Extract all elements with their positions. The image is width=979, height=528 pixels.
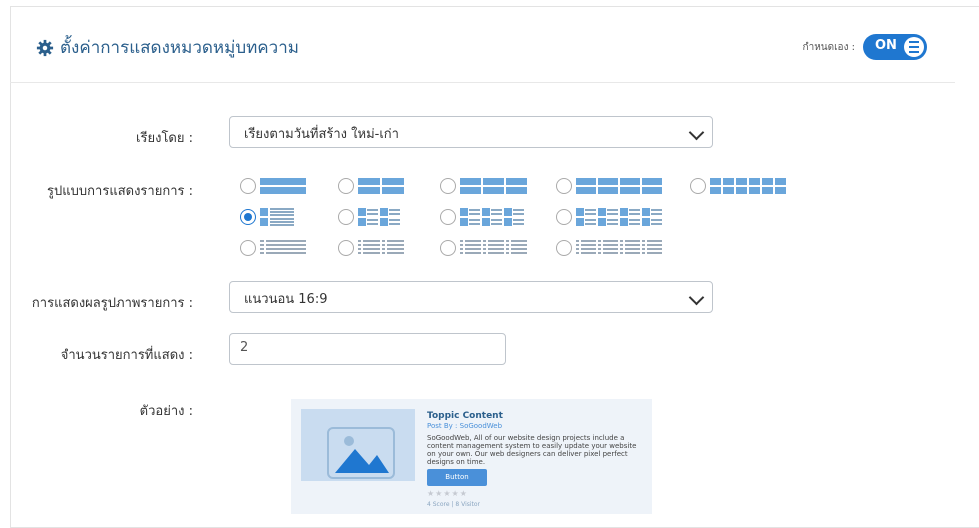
layout-radio[interactable] (556, 178, 572, 194)
custom-label: กำหนดเอง : (802, 41, 855, 53)
layout-option-list-text-4[interactable] (556, 240, 662, 256)
preview-image (301, 409, 415, 481)
gear-icon (36, 39, 54, 56)
layout-radio[interactable] (440, 209, 456, 225)
layout-radio[interactable] (240, 240, 256, 256)
layout-option-list-text-2[interactable] (338, 240, 404, 256)
image-display-value: แนวนอน 16:9 (244, 292, 328, 307)
toggle-text: ON (875, 38, 897, 53)
sort-label: เรียงโดย : (136, 131, 193, 146)
panel-title-text: ตั้งค่าการแสดงหมวดหมู่บทความ (60, 38, 299, 58)
list-image-4-icon (576, 208, 662, 226)
layout-radio[interactable] (338, 178, 354, 194)
layout-option-list-image-3[interactable] (440, 208, 524, 226)
preview-button: Button (427, 469, 487, 486)
count-input[interactable]: 2 (229, 333, 506, 365)
layout-option-grid-6[interactable] (690, 178, 786, 194)
image-display-label: การแสดงผลรูปภาพรายการ : (31, 296, 193, 311)
layout-option-grid-2[interactable] (338, 178, 404, 194)
list-text-4-icon (576, 240, 662, 254)
layout-radio[interactable] (440, 240, 456, 256)
grid-4-icon (576, 178, 662, 194)
list-image-1-icon (260, 208, 294, 226)
image-display-select[interactable]: แนวนอน 16:9 (229, 281, 713, 313)
grid-1-icon (260, 178, 306, 194)
layout-option-list-image-left[interactable] (240, 208, 294, 226)
grid-6-icon (710, 178, 786, 194)
preview-description: SoGoodWeb, All of our website design pro… (427, 434, 637, 466)
count-label: จำนวนรายการที่แสดง : (60, 348, 193, 363)
layout-radio-selected[interactable] (240, 209, 256, 225)
layout-radio[interactable] (440, 178, 456, 194)
layout-option-list-image-2[interactable] (338, 208, 400, 226)
custom-toggle[interactable]: ON (863, 34, 927, 60)
preview-label: ตัวอย่าง : (139, 404, 193, 419)
preview-author: Post By : SoGoodWeb (427, 422, 503, 430)
layout-radio[interactable] (690, 178, 706, 194)
preview-title: Toppic Content (427, 411, 503, 421)
list-text-2-icon (358, 240, 404, 254)
sort-select[interactable]: เรียงตามวันที่สร้าง ใหม่-เก่า (229, 116, 713, 148)
layout-radio[interactable] (240, 178, 256, 194)
layout-option-list-text-3[interactable] (440, 240, 528, 256)
list-text-3-icon (460, 240, 527, 254)
image-placeholder-icon (327, 427, 395, 479)
layout-option-list-image-4[interactable] (556, 208, 662, 226)
chevron-down-icon (688, 289, 705, 306)
list-image-2-icon (358, 208, 400, 226)
sort-value: เรียงตามวันที่สร้าง ใหม่-เก่า (244, 127, 399, 142)
panel-title: ตั้งค่าการแสดงหมวดหมู่บทความ (36, 34, 299, 61)
rating-stars: ★★★★★ (427, 489, 468, 498)
chevron-down-icon (688, 124, 705, 141)
layout-radio[interactable] (338, 209, 354, 225)
layout-radio[interactable] (556, 240, 572, 256)
layout-radio[interactable] (338, 240, 354, 256)
preview-score: 4 Score | 8 Visitor (427, 501, 481, 508)
menu-icon (904, 37, 924, 57)
layout-option-grid-3[interactable] (440, 178, 528, 194)
list-image-3-icon (460, 208, 524, 226)
preview-card: Toppic Content Post By : SoGoodWeb SoGoo… (291, 399, 652, 514)
layout-label: รูปแบบการแสดงรายการ : (47, 184, 193, 199)
layout-option-list-text-1[interactable] (240, 240, 306, 256)
grid-3-icon (460, 178, 527, 194)
layout-option-grid-4[interactable] (556, 178, 662, 194)
panel-header: ตั้งค่าการแสดงหมวดหมู่บทความ กำหนดเอง : … (10, 10, 955, 83)
custom-setting: กำหนดเอง : ON (803, 34, 927, 60)
layout-option-grid-1[interactable] (240, 178, 306, 194)
list-text-1-icon (260, 240, 306, 254)
grid-2-icon (358, 178, 404, 194)
layout-radio[interactable] (556, 209, 572, 225)
